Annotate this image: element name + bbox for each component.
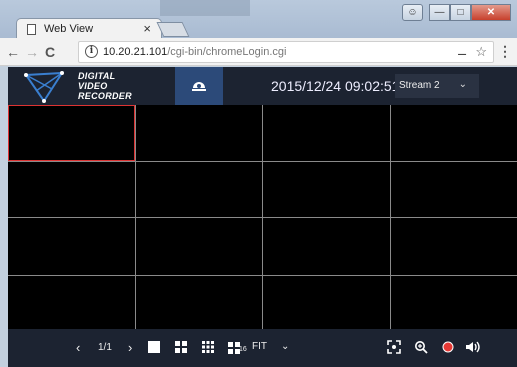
prev-page-icon[interactable]: ‹: [76, 340, 80, 355]
camera-cell[interactable]: [390, 105, 517, 161]
chevron-down-icon: ⌄: [281, 341, 290, 352]
camera-cell[interactable]: [8, 105, 135, 161]
speaker-icon[interactable]: [465, 340, 481, 354]
camera-cell[interactable]: [263, 105, 390, 161]
camera-cell[interactable]: [390, 218, 517, 275]
titlebar-shade: [160, 0, 250, 16]
camera-cell[interactable]: [390, 162, 517, 217]
chevron-down-icon: ⌄: [458, 79, 467, 90]
close-window-button[interactable]: ✕: [471, 4, 511, 21]
camera-cell[interactable]: [8, 218, 135, 275]
dvr-app: DIGITAL VIDEO RECORDER 2015/12/24 09:02:…: [8, 67, 517, 367]
camera-icon: [192, 82, 206, 91]
logo-line-3: RECORDER: [78, 91, 132, 101]
datetime-display: 2015/12/24 09:02:51: [271, 78, 400, 94]
layout-4-icon[interactable]: [175, 341, 187, 353]
fit-value: FIT: [252, 341, 267, 352]
stream-value: Stream 2: [399, 80, 440, 91]
camera-cell[interactable]: [390, 276, 517, 332]
address-bar[interactable]: i 10.20.21.101/cgi-bin/chromeLogin.cgi ⚊…: [78, 41, 494, 63]
logo-line-2: VIDEO: [78, 81, 108, 91]
camera-cell[interactable]: [135, 162, 262, 217]
camera-cell[interactable]: [263, 162, 390, 217]
camera-cell[interactable]: [8, 276, 135, 332]
url-text: 10.20.21.101/cgi-bin/chromeLogin.cgi: [103, 46, 286, 58]
camera-grid: [8, 105, 517, 332]
forward-arrow-icon[interactable]: →: [25, 44, 39, 60]
browser-window: Web View × ☺ — □ ✕ ← → C i 10.20.21.101/…: [0, 0, 517, 367]
user-icon[interactable]: ☺: [402, 4, 423, 21]
back-arrow-icon[interactable]: ←: [6, 44, 20, 60]
layout-1-icon[interactable]: [148, 341, 160, 353]
tab-title: Web View: [44, 23, 94, 35]
url-path: /cgi-bin/chromeLogin.cgi: [167, 46, 287, 58]
next-page-icon[interactable]: ›: [128, 340, 132, 355]
stream-select[interactable]: Stream 2 ⌄: [395, 74, 479, 98]
page-indicator: 1/1: [98, 342, 112, 353]
browser-toolbar: ← → C i 10.20.21.101/cgi-bin/chromeLogin…: [0, 38, 517, 66]
maximize-button[interactable]: □: [450, 4, 471, 21]
logo-icon: [24, 71, 64, 103]
menu-icon[interactable]: ⋮: [498, 43, 512, 60]
camera-cell[interactable]: [263, 276, 390, 332]
camera-cell[interactable]: [8, 162, 135, 217]
reload-icon[interactable]: C: [45, 44, 55, 60]
logo-line-1: DIGITAL: [78, 71, 116, 81]
live-view-button[interactable]: [175, 67, 223, 105]
camera-cell[interactable]: [135, 276, 262, 332]
dvr-control-bar: ‹ 1/1 › 16 FIT ⌄: [8, 329, 517, 367]
layout-9-icon[interactable]: [202, 341, 214, 353]
zoom-icon[interactable]: [414, 340, 428, 354]
camera-cell[interactable]: [135, 105, 262, 161]
window-controls: ☺ — □ ✕: [402, 4, 511, 21]
tab-close-icon[interactable]: ×: [143, 21, 151, 36]
record-icon[interactable]: [442, 341, 454, 353]
camera-cell[interactable]: [263, 218, 390, 275]
browser-tab[interactable]: Web View ×: [16, 18, 162, 40]
info-icon[interactable]: i: [85, 45, 98, 58]
camera-cell[interactable]: [135, 218, 262, 275]
tab-strip: Web View × ☺ — □ ✕: [0, 0, 517, 40]
minimize-button[interactable]: —: [429, 4, 450, 21]
key-icon[interactable]: ⚊: [457, 45, 467, 58]
url-host: 10.20.21.101: [103, 46, 168, 58]
page-icon: [27, 24, 36, 35]
dvr-header: DIGITAL VIDEO RECORDER 2015/12/24 09:02:…: [8, 67, 517, 105]
layout-16-sub: 16: [239, 346, 247, 353]
logo-text: DIGITAL VIDEO RECORDER: [78, 71, 132, 101]
star-icon[interactable]: ☆: [475, 44, 487, 60]
fit-select[interactable]: FIT ⌄: [252, 341, 289, 352]
layout-16-icon[interactable]: 16: [228, 341, 247, 359]
fullscreen-icon[interactable]: [387, 340, 401, 354]
